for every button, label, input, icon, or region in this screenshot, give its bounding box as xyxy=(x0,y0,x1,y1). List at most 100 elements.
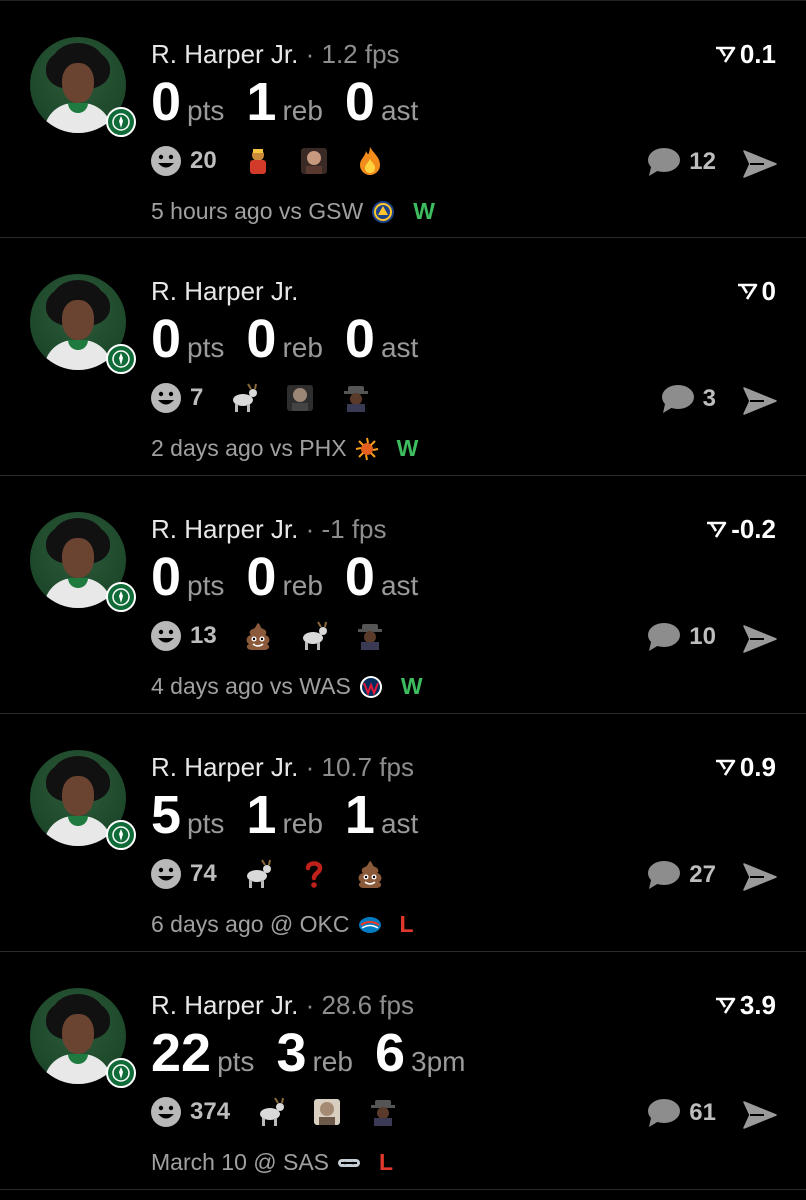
comments-button[interactable]: 12 xyxy=(647,147,716,177)
player-name-line[interactable]: R. Harper Jr. · 1.2 fps xyxy=(151,39,400,70)
thunder-logo-icon xyxy=(358,916,381,933)
comments-button[interactable]: 27 xyxy=(647,860,716,890)
comments-button[interactable]: 10 xyxy=(647,622,716,652)
stat-value: 0 xyxy=(151,72,182,132)
reaction-count: 13 xyxy=(190,622,217,649)
player-avatar[interactable] xyxy=(30,750,136,850)
snoop-emoji[interactable] xyxy=(339,381,373,415)
game-meta[interactable]: March 10 @ SAS L xyxy=(151,1149,393,1176)
stat-unit: reb xyxy=(282,332,323,363)
smiley-icon[interactable] xyxy=(150,1096,182,1128)
share-icon[interactable] xyxy=(742,149,778,179)
rating-arrow-icon xyxy=(707,521,727,538)
warriors-logo-icon xyxy=(372,200,395,223)
goat-emoji[interactable] xyxy=(241,857,275,891)
game-meta[interactable]: 6 days ago @ OKC L xyxy=(151,911,414,938)
meme-face-emoji[interactable] xyxy=(283,381,317,415)
game-card[interactable]: R. Harper Jr. · 10.7 fps 0.9 5 pts 1 reb 1… xyxy=(0,714,806,952)
game-card[interactable]: R. Harper Jr. · 1.2 fps 0.1 0 pts 1 reb 0a… xyxy=(0,0,806,238)
comments-button[interactable]: 3 xyxy=(661,384,716,414)
game-time: 5 hours ago vs GSW xyxy=(151,198,364,224)
poop-emoji[interactable] xyxy=(241,619,275,653)
stat-value: 0 xyxy=(246,309,277,369)
player-name-line[interactable]: R. Harper Jr. xyxy=(151,276,298,307)
goat-emoji[interactable] xyxy=(254,1095,288,1129)
reaction-count: 74 xyxy=(190,860,217,887)
snoop-emoji[interactable] xyxy=(353,619,387,653)
game-meta[interactable]: 2 days ago vs PHX W xyxy=(151,435,418,462)
game-meta[interactable]: 4 days ago vs WAS W xyxy=(151,673,423,700)
stat-value: 1 xyxy=(246,72,277,132)
smiley-icon[interactable] xyxy=(150,382,182,414)
stat-value: 0 xyxy=(151,547,182,607)
meme-face-emoji[interactable] xyxy=(297,144,331,178)
player-name-line[interactable]: R. Harper Jr. · 10.7 fps xyxy=(151,752,414,783)
rating-badge[interactable]: 0.9 xyxy=(714,752,776,783)
share-icon[interactable] xyxy=(742,386,778,416)
smiley-icon[interactable] xyxy=(150,145,182,177)
player-name: R. Harper Jr. xyxy=(151,276,299,306)
celtics-logo-icon xyxy=(106,1058,136,1088)
reactions-row: 74 xyxy=(150,857,409,891)
fps-value: · -1 fps xyxy=(298,514,387,544)
share-icon[interactable] xyxy=(742,624,778,654)
rating-badge[interactable]: -0.2 xyxy=(705,514,776,545)
game-card[interactable]: R. Harper Jr. · 28.6 fps 3.9 22 pts 3 reb … xyxy=(0,952,806,1190)
wizards-logo-icon xyxy=(359,675,382,698)
stat-unit: ast xyxy=(380,570,419,601)
share-icon[interactable] xyxy=(742,1100,778,1130)
rating-badge[interactable]: 0.1 xyxy=(714,39,776,70)
stat-unit: reb xyxy=(282,95,323,126)
stat-value: 1 xyxy=(344,785,375,845)
stat-unit: ast xyxy=(380,95,419,126)
stat-value: 0 xyxy=(344,309,375,369)
stat-unit: pts xyxy=(217,1046,255,1077)
comment-count: 61 xyxy=(689,1099,716,1126)
rating-arrow-icon xyxy=(715,46,736,63)
snoop-emoji[interactable] xyxy=(366,1095,400,1129)
wrestler-emoji[interactable] xyxy=(241,144,275,178)
comment-count: 12 xyxy=(689,148,716,175)
poop-emoji[interactable] xyxy=(353,857,387,891)
smiley-icon[interactable] xyxy=(150,858,182,890)
stat-line: 22 pts 3 reb 6 3pm xyxy=(151,1022,487,1084)
rating-arrow-icon xyxy=(737,283,757,300)
goat-emoji[interactable] xyxy=(227,381,261,415)
stat-line: 0 pts 1 reb 0 ast xyxy=(151,71,440,133)
game-meta[interactable]: 5 hours ago vs GSW W xyxy=(151,198,435,225)
comments-button[interactable]: 61 xyxy=(647,1098,716,1128)
share-icon[interactable] xyxy=(742,862,778,892)
player-name-line[interactable]: R. Harper Jr. · 28.6 fps xyxy=(151,990,414,1021)
player-avatar[interactable] xyxy=(30,37,136,137)
comment-bubble-icon xyxy=(648,148,681,176)
game-result: W xyxy=(400,673,423,699)
comment-count: 27 xyxy=(689,861,716,888)
fps-value: · 10.7 fps xyxy=(298,752,414,782)
game-card[interactable]: R. Harper Jr. 0 0 pts 0 reb 0 ast 7 3 2 day… xyxy=(0,238,806,476)
fps-value: · 28.6 fps xyxy=(298,990,414,1020)
meme-face-emoji[interactable] xyxy=(310,1095,344,1129)
stat-value: 22 xyxy=(151,1023,212,1083)
comment-count: 10 xyxy=(689,623,716,650)
game-card[interactable]: R. Harper Jr. · -1 fps -0.2 0 pts 0 reb 0a… xyxy=(0,476,806,714)
player-name-line[interactable]: R. Harper Jr. · -1 fps xyxy=(151,514,387,545)
fps-value: · 1.2 fps xyxy=(298,39,400,69)
stat-unit: ast xyxy=(380,808,419,839)
player-avatar[interactable] xyxy=(30,274,136,374)
player-avatar[interactable] xyxy=(30,512,136,612)
rating-badge[interactable]: 0 xyxy=(736,276,776,307)
player-avatar[interactable] xyxy=(30,988,136,1088)
smiley-icon[interactable] xyxy=(150,620,182,652)
celtics-logo-icon xyxy=(106,344,136,374)
rating-badge[interactable]: 3.9 xyxy=(714,990,776,1021)
player-name: R. Harper Jr. xyxy=(151,752,299,782)
question-emoji[interactable] xyxy=(297,857,331,891)
fire-emoji[interactable] xyxy=(353,144,387,178)
game-time: 6 days ago @ OKC xyxy=(151,911,350,937)
spurs-logo-icon xyxy=(338,1158,361,1167)
rating-value: 3.9 xyxy=(739,990,776,1020)
game-result: L xyxy=(379,1149,394,1175)
stat-unit: ast xyxy=(380,332,419,363)
stat-value: 0 xyxy=(151,309,182,369)
goat-emoji[interactable] xyxy=(297,619,331,653)
